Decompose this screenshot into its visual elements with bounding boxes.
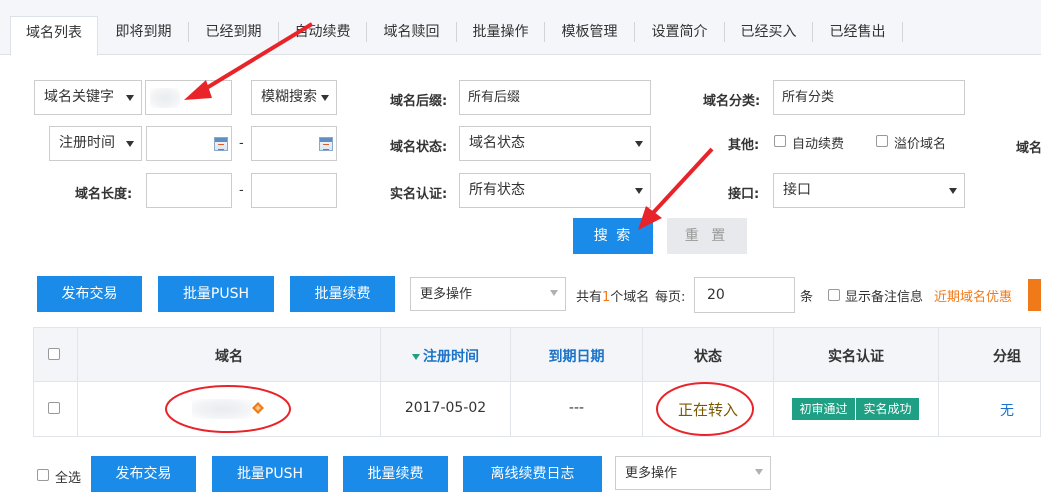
- annotation-overlay: [165, 22, 754, 436]
- annotation-arrow: [638, 147, 714, 230]
- annotation-circle: [656, 382, 754, 436]
- annotation-arrow: [184, 22, 314, 100]
- annotation-circle: [165, 385, 291, 433]
